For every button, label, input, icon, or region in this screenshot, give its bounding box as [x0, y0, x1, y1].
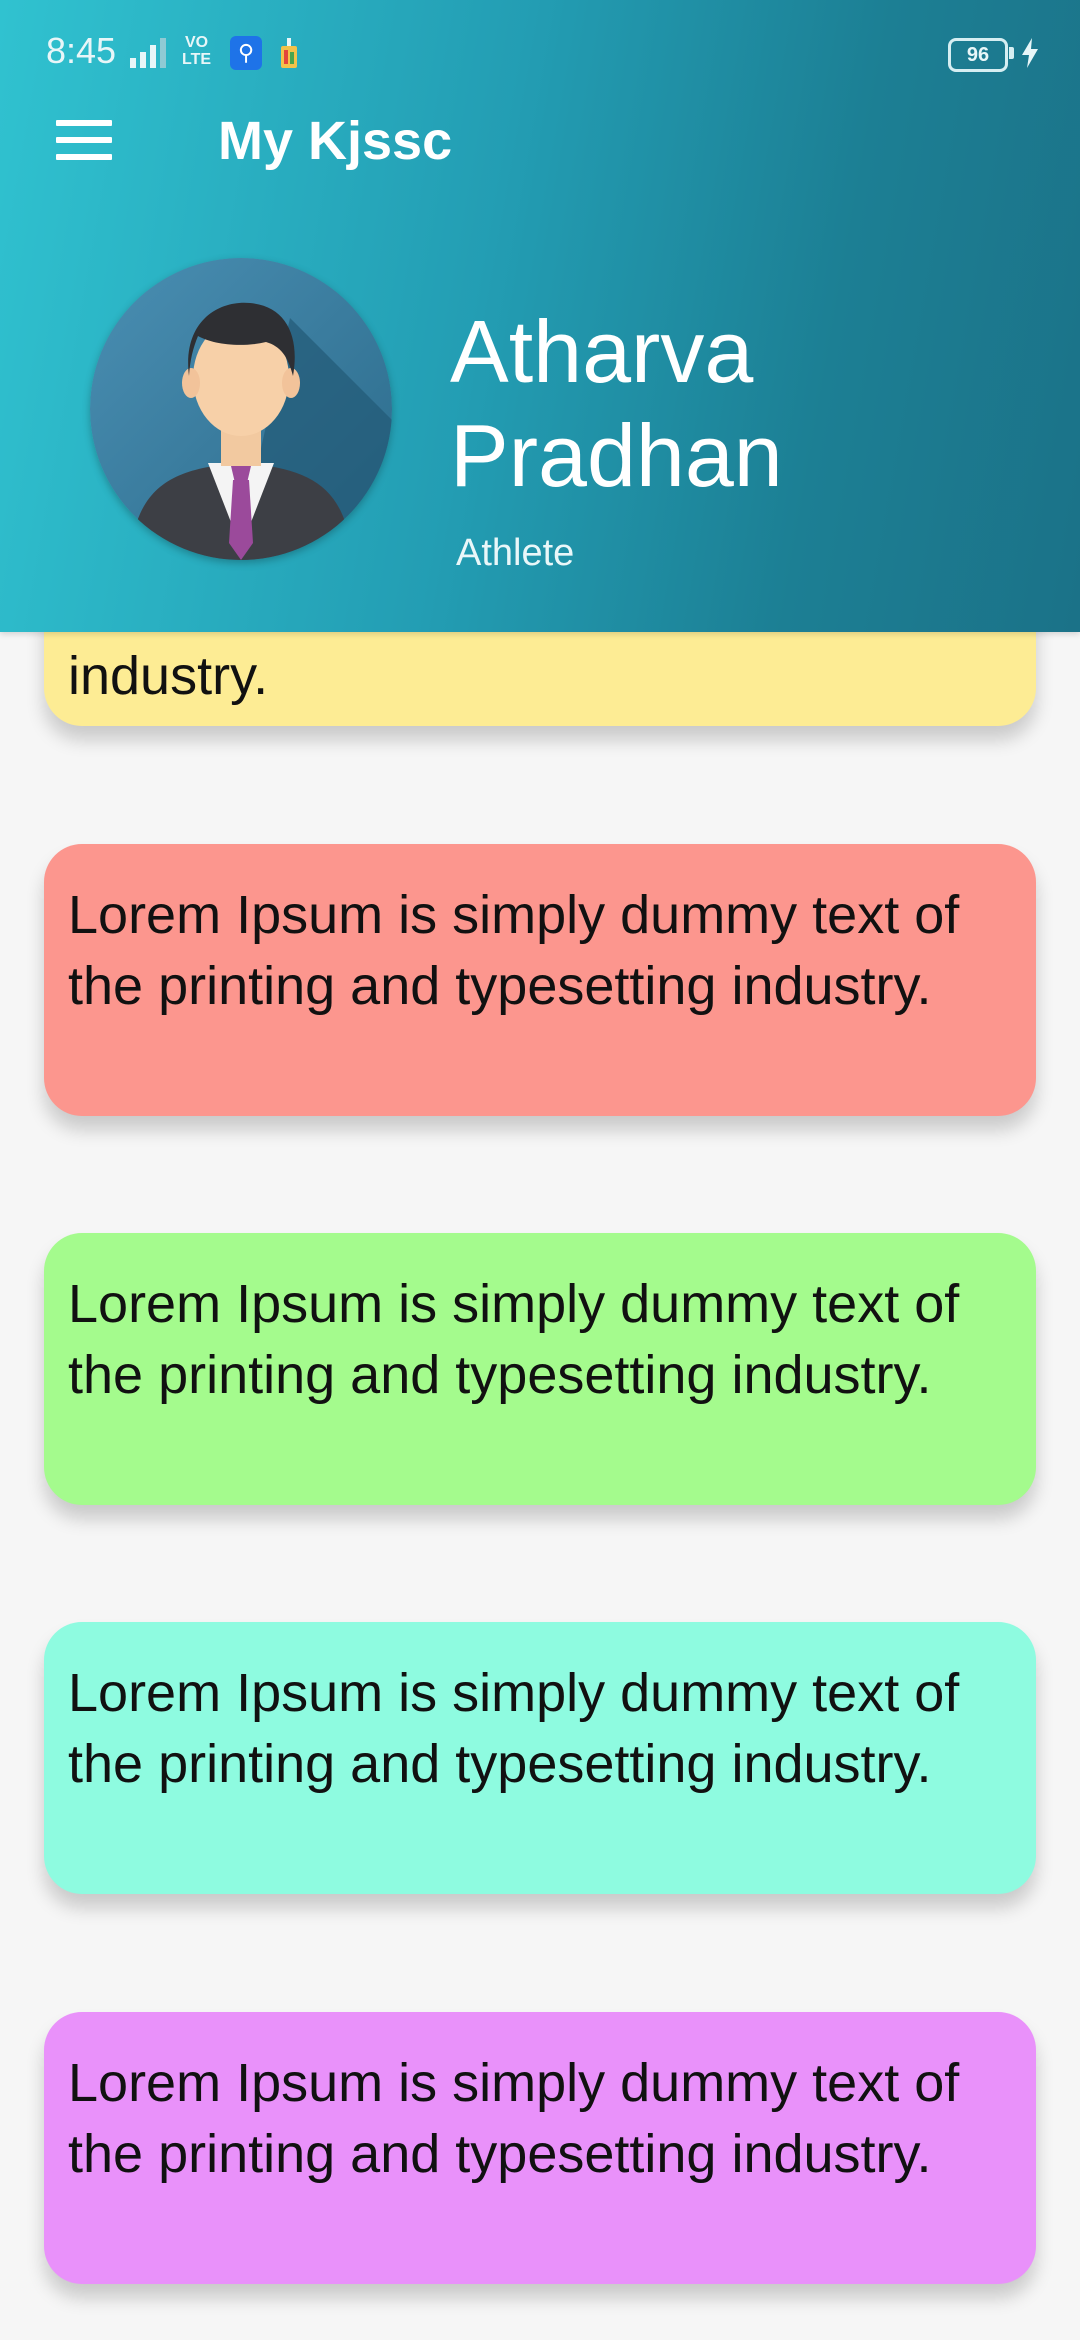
battery-icon: 96 [948, 38, 1008, 72]
card-2[interactable]: Lorem Ipsum is simply dummy text of the … [44, 1233, 1036, 1505]
card-text: industry. [68, 646, 269, 706]
profile-first-name: Atharva [450, 302, 754, 401]
app-title: My Kjssc [218, 111, 453, 171]
card-4[interactable]: Lorem Ipsum is simply dummy text of the … [44, 2012, 1036, 2284]
avatar-icon [90, 258, 392, 560]
card-text: Lorem Ipsum is simply dummy text of the … [68, 1274, 960, 1405]
usb-icon: ⚲ [230, 36, 262, 70]
profile-last-name: Pradhan [450, 406, 783, 505]
volte-icon: VO LTE [182, 34, 212, 68]
app-notification-icon [281, 38, 297, 68]
hamburger-menu-icon[interactable] [56, 120, 112, 168]
card-1[interactable]: Lorem Ipsum is simply dummy text of the … [44, 844, 1036, 1116]
card-text: Lorem Ipsum is simply dummy text of the … [68, 885, 960, 1016]
card-text: Lorem Ipsum is simply dummy text of the … [68, 1663, 960, 1794]
user-avatar[interactable] [90, 258, 392, 560]
status-time: 8:45 [46, 30, 117, 71]
profile-role: Athlete [456, 532, 575, 574]
profile-name: Atharva Pradhan [450, 300, 783, 508]
card-3[interactable]: Lorem Ipsum is simply dummy text of the … [44, 1622, 1036, 1894]
card-text: Lorem Ipsum is simply dummy text of the … [68, 2053, 960, 2184]
signal-icon [130, 38, 166, 68]
profile-header: 8:45 VO LTE ⚲ 96 My Kjssc Atharva Pradha… [0, 0, 1080, 632]
battery-tip [1009, 47, 1014, 59]
charging-icon [1022, 38, 1038, 68]
status-bar: 8:45 VO LTE ⚲ 96 [0, 0, 1080, 110]
